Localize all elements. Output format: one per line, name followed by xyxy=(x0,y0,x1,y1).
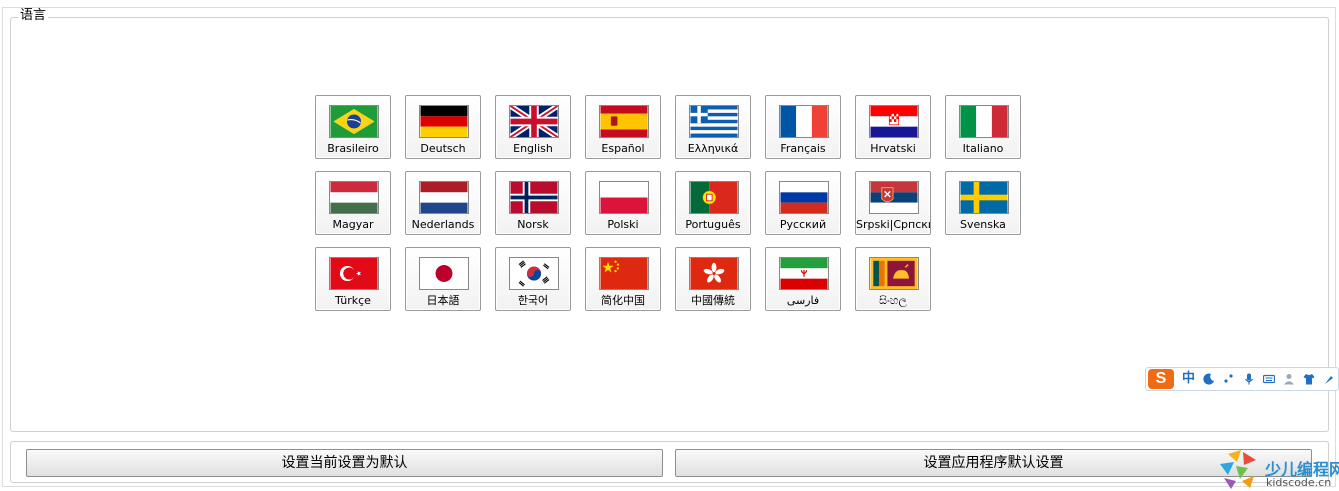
ime-logo-icon[interactable]: S xyxy=(1148,369,1174,389)
language-button-polski[interactable]: Polski xyxy=(585,171,661,235)
punctuation-icon[interactable] xyxy=(1223,373,1235,385)
language-label: Hrvatski xyxy=(870,142,916,155)
china-flag-icon xyxy=(599,257,649,290)
language-label: Norsk xyxy=(517,218,549,231)
brazil-flag-icon xyxy=(329,105,379,138)
iran-flag-icon xyxy=(779,257,829,290)
language-button-portugues[interactable]: Português xyxy=(675,171,751,235)
language-button-japanese[interactable]: 日本語 xyxy=(405,247,481,311)
moon-icon[interactable] xyxy=(1203,373,1215,385)
language-label: Français xyxy=(780,142,826,155)
language-button-norsk[interactable]: Norsk xyxy=(495,171,571,235)
language-groupbox xyxy=(10,17,1329,432)
tools-icon[interactable] xyxy=(1323,373,1335,385)
language-label: Svenska xyxy=(960,218,1006,231)
language-label: Magyar xyxy=(332,218,374,231)
set-current-as-default-button[interactable]: 设置当前设置为默认 xyxy=(26,449,663,477)
hungary-flag-icon xyxy=(329,181,379,214)
user-icon[interactable] xyxy=(1283,373,1295,385)
microphone-icon[interactable] xyxy=(1243,373,1255,385)
language-label: Polski xyxy=(607,218,639,231)
serbia-flag-icon xyxy=(869,181,919,214)
language-label: فارسی xyxy=(786,294,820,307)
poland-flag-icon xyxy=(599,181,649,214)
language-button-svenska[interactable]: Svenska xyxy=(945,171,1021,235)
croatia-flag-icon xyxy=(869,105,919,138)
japan-flag-icon xyxy=(419,257,469,290)
language-label: Srpski|Српски xyxy=(856,218,930,231)
greece-flag-icon xyxy=(689,105,739,138)
language-button-turkce[interactable]: Türkçe xyxy=(315,247,391,311)
language-label: Português xyxy=(685,218,741,231)
netherlands-flag-icon xyxy=(419,181,469,214)
language-button-russian[interactable]: Русский xyxy=(765,171,841,235)
language-label: Español xyxy=(601,142,645,155)
language-label: Türkçe xyxy=(335,294,371,307)
ime-toolbar[interactable]: S 中 xyxy=(1145,367,1339,391)
italy-flag-icon xyxy=(959,105,1009,138)
russia-flag-icon xyxy=(779,181,829,214)
korea-flag-icon xyxy=(509,257,559,290)
language-button-deutsch[interactable]: Deutsch xyxy=(405,95,481,159)
turkey-flag-icon xyxy=(329,257,379,290)
language-button-traditional-chinese[interactable]: 中國傳統 xyxy=(675,247,751,311)
language-group-title: 语言 xyxy=(18,8,49,24)
language-label: Italiano xyxy=(962,142,1004,155)
language-label: 한국어 xyxy=(517,294,549,307)
language-button-sinhala[interactable]: සිංහල xyxy=(855,247,931,311)
language-label: 简化中国 xyxy=(601,294,645,307)
language-label: Nederlands xyxy=(411,218,475,231)
skin-shirt-icon[interactable] xyxy=(1303,373,1315,385)
language-button-srpski[interactable]: Srpski|Српски xyxy=(855,171,931,235)
france-flag-icon xyxy=(779,105,829,138)
language-button-farsi[interactable]: فارسی xyxy=(765,247,841,311)
language-label: Русский xyxy=(779,218,827,231)
hong-kong-flag-icon xyxy=(689,257,739,290)
language-button-brasileiro[interactable]: Brasileiro xyxy=(315,95,391,159)
language-button-italiano[interactable]: Italiano xyxy=(945,95,1021,159)
language-label: සිංහල xyxy=(879,294,907,307)
sweden-flag-icon xyxy=(959,181,1009,214)
language-button-magyar[interactable]: Magyar xyxy=(315,171,391,235)
language-label: English xyxy=(513,142,553,155)
portugal-flag-icon xyxy=(689,181,739,214)
language-label: Ελληνικά xyxy=(687,142,739,155)
language-button-korean[interactable]: 한국어 xyxy=(495,247,571,311)
language-label: 日本語 xyxy=(426,294,460,307)
language-button-english[interactable]: English xyxy=(495,95,571,159)
ime-mode-toggle[interactable]: 中 xyxy=(1182,369,1195,389)
language-button-nederlands[interactable]: Nederlands xyxy=(405,171,481,235)
language-button-hrvatski[interactable]: Hrvatski xyxy=(855,95,931,159)
germany-flag-icon xyxy=(419,105,469,138)
sri-lanka-flag-icon xyxy=(869,257,919,290)
spain-flag-icon xyxy=(599,105,649,138)
keyboard-icon[interactable] xyxy=(1263,373,1276,385)
watermark-url: kidscode.cn xyxy=(1266,476,1332,489)
norway-flag-icon xyxy=(509,181,559,214)
language-label: 中國傳統 xyxy=(691,294,735,307)
language-label: Deutsch xyxy=(420,142,466,155)
kidscode-logo-icon xyxy=(1220,450,1256,489)
language-label: Brasileiro xyxy=(327,142,379,155)
watermark: 少儿编程网 kidscode.cn xyxy=(1214,448,1339,491)
language-button-simplified-chinese[interactable]: 简化中国 xyxy=(585,247,661,311)
language-button-greek[interactable]: Ελληνικά xyxy=(675,95,751,159)
language-button-francais[interactable]: Français xyxy=(765,95,841,159)
uk-flag-icon xyxy=(509,105,559,138)
language-button-espanol[interactable]: Español xyxy=(585,95,661,159)
